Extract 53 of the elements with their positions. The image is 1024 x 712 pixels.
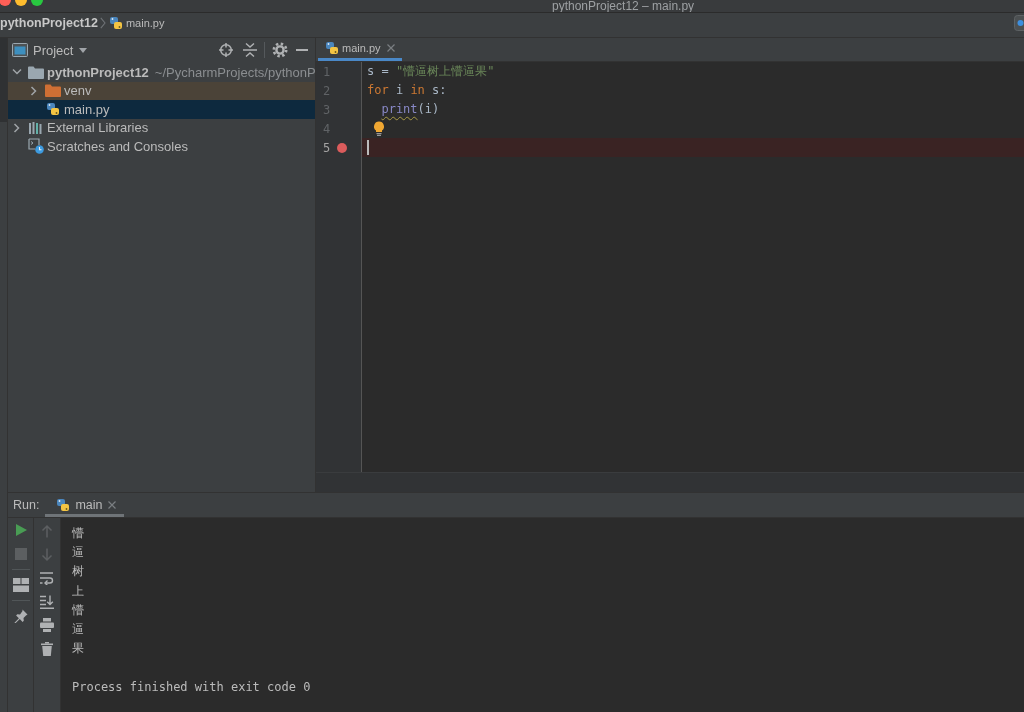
scroll-to-end-icon[interactable] [40, 594, 54, 609]
code-line: s = "懵逼树上懵逼果" [366, 63, 496, 80]
console-output-line: 树 [72, 563, 85, 581]
chevron-right-icon[interactable] [13, 122, 21, 133]
console-output-line: 上 [72, 582, 85, 600]
trash-icon[interactable] [41, 641, 53, 656]
python-file-icon [325, 41, 339, 55]
console-output-line: 懵 [72, 525, 85, 542]
python-file-icon [56, 498, 71, 512]
tree-item[interactable]: venv [8, 81, 315, 100]
scratches-icon [28, 138, 44, 155]
printer-icon[interactable] [40, 618, 54, 632]
console-exit-message: Process finished with exit code 0 [72, 678, 312, 696]
caret-icon [79, 47, 88, 53]
python-file-icon [46, 102, 60, 117]
code-line: print(i) [380, 101, 441, 118]
panel-icon [12, 43, 28, 57]
line-number: 5 [323, 140, 332, 155]
minimize-window-icon[interactable] [15, 0, 27, 6]
panel-title-dropdown[interactable]: Project [33, 42, 88, 58]
close-icon[interactable] [386, 44, 395, 52]
python-file-icon [108, 16, 123, 30]
zoom-window-icon[interactable] [31, 0, 43, 6]
close-window-icon[interactable] [0, 0, 11, 6]
breadcrumb[interactable]: pythonProject12 [0, 16, 98, 30]
lightbulb-icon[interactable] [373, 121, 385, 136]
soft-wrap-icon[interactable] [40, 571, 54, 585]
pin-icon[interactable] [13, 609, 28, 623]
console-output-line: 逼 [72, 620, 85, 638]
layout-icon[interactable] [12, 578, 29, 592]
collapse-all-icon[interactable] [243, 43, 257, 57]
chevron-right-icon[interactable] [30, 85, 38, 96]
tree-item[interactable]: pythonProject12 ~/PycharmProjects/pythonP [8, 63, 315, 82]
close-icon[interactable] [107, 501, 116, 509]
breadcrumb[interactable]: main.py [108, 16, 165, 30]
breadcrumb-separator-icon [99, 17, 106, 29]
settings-icon[interactable] [272, 42, 288, 58]
library-icon [29, 121, 43, 134]
console-output-line: 逼 [72, 544, 85, 562]
console-output-line: 果 [72, 640, 85, 658]
folder-icon [45, 84, 61, 98]
console-output-line: 懵 [72, 601, 85, 619]
play-icon[interactable] [13, 523, 28, 537]
tree-item[interactable]: main.py [8, 100, 315, 119]
locate-icon[interactable] [219, 43, 233, 57]
chevron-down-icon[interactable] [12, 68, 22, 77]
code-line: for i in s: [366, 82, 448, 99]
folder-icon [28, 65, 44, 79]
panel-title: Run: [13, 498, 40, 512]
breakpoint-icon[interactable] [337, 142, 347, 153]
window-title: pythonProject12 – main.py [552, 0, 695, 12]
tree-item[interactable]: External Libraries [8, 118, 315, 137]
tree-item[interactable]: Scratches and Consoles [8, 137, 315, 156]
